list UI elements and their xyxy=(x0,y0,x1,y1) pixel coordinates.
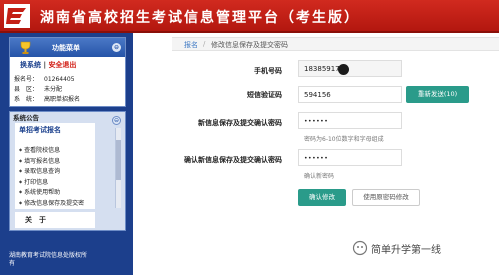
sidebar-footer: 湖南教育考试院信息处版权所有 xyxy=(9,252,88,267)
confirm-password-hint: 确认新密码 xyxy=(304,173,335,180)
breadcrumb: 报名 / 修改信息保存及提交密码 xyxy=(172,37,499,51)
info-key: 系 统： xyxy=(14,96,39,103)
menu-item-fill-registration[interactable]: 填写报名信息 xyxy=(19,156,84,167)
sidebar: 功能菜单 ⊖ 换系统 | 安全退出 报名号： 01264405 县 区： 未分配 系… xyxy=(0,33,133,275)
wechat-watermark-icon xyxy=(352,240,368,256)
sms-code-input[interactable]: 594156 xyxy=(298,86,402,103)
function-menu-title: 功能菜单 xyxy=(52,44,80,52)
confirm-change-button[interactable]: 确认修改 xyxy=(298,189,346,206)
user-panel: 功能菜单 ⊖ 换系统 | 安全退出 报名号： 01264405 县 区： 未分配 系… xyxy=(9,37,126,107)
redaction-mark xyxy=(338,64,349,75)
menu-item-change-password[interactable]: 修改信息保存及提交密 xyxy=(19,198,84,209)
info-key: 报名号： xyxy=(14,76,39,83)
link-separator: | xyxy=(43,61,46,69)
phone-field: 18385917 xyxy=(298,60,402,77)
app-header: 湖南省高校招生考试信息管理平台（考生版） xyxy=(0,0,499,33)
logout-link[interactable]: 安全退出 xyxy=(48,61,76,69)
watermark-text: 简单升学第一线 xyxy=(371,245,441,256)
confirm-password-input[interactable]: •••••• xyxy=(298,149,402,166)
about-label: 关 于 xyxy=(25,216,46,224)
info-value: 未分配 xyxy=(44,86,63,93)
new-password-hint: 密码为6-10位数字和字母组成 xyxy=(304,136,384,143)
menu-item-help[interactable]: 系统使用帮助 xyxy=(19,187,84,198)
info-row-registration: 报名号： 01264405 xyxy=(14,74,75,83)
menu-item-view-colleges[interactable]: 查看院校信息 xyxy=(19,145,84,156)
menu-list: 查看院校信息 填写报名信息 录取信息查询 打印信息 系统使用帮助 修改信息保存及… xyxy=(19,145,84,209)
user-links: 换系统 | 安全退出 xyxy=(20,60,76,70)
new-password-input[interactable]: •••••• xyxy=(298,112,402,129)
breadcrumb-separator: / xyxy=(203,40,206,48)
info-value: 01264405 xyxy=(44,76,75,83)
info-value: 高职单招报名 xyxy=(44,96,81,103)
system-announcement-label: 系统公告 xyxy=(13,114,39,122)
info-row-system: 系 统： 高职单招报名 xyxy=(14,94,80,103)
scrollbar-thumb[interactable] xyxy=(116,140,121,180)
info-row-county: 县 区： 未分配 xyxy=(14,84,62,93)
menu-scrollbar[interactable] xyxy=(115,128,121,208)
exam-logo-icon xyxy=(4,4,30,28)
menu-item-admission-query[interactable]: 录取信息查询 xyxy=(19,166,84,177)
info-key: 县 区： xyxy=(14,86,39,93)
trophy-icon xyxy=(20,41,31,54)
menu-title: 单招考试报名 xyxy=(19,126,61,134)
system-menu-panel: 系统公告 ⊖ 单招考试报名 查看院校信息 填写报名信息 录取信息查询 打印信息 … xyxy=(9,111,126,231)
resend-code-button[interactable]: 重新发送(10) xyxy=(406,86,469,103)
collapse-icon[interactable]: ⊖ xyxy=(112,43,121,52)
use-original-password-button[interactable]: 使用原密码修改 xyxy=(352,189,420,206)
phone-label: 手机号码 xyxy=(254,67,282,75)
about-box[interactable]: 关 于 xyxy=(15,212,95,228)
function-menu-header: 功能菜单 ⊖ xyxy=(10,38,125,57)
menu-item-print[interactable]: 打印信息 xyxy=(19,177,84,188)
app-title: 湖南省高校招生考试信息管理平台（考生版） xyxy=(40,10,360,26)
new-password-label: 新信息保存及提交确认密码 xyxy=(198,119,282,127)
collapse-icon[interactable]: ⊖ xyxy=(112,116,121,125)
menu-box: 单招考试报名 查看院校信息 填写报名信息 录取信息查询 打印信息 系统使用帮助 … xyxy=(15,123,95,209)
confirm-password-label: 确认新信息保存及提交确认密码 xyxy=(184,156,282,164)
sms-code-label: 短信验证码 xyxy=(247,91,282,99)
switch-system-link[interactable]: 换系统 xyxy=(20,61,41,69)
breadcrumb-current: 修改信息保存及提交密码 xyxy=(211,41,288,49)
breadcrumb-home-link[interactable]: 报名 xyxy=(184,40,198,50)
